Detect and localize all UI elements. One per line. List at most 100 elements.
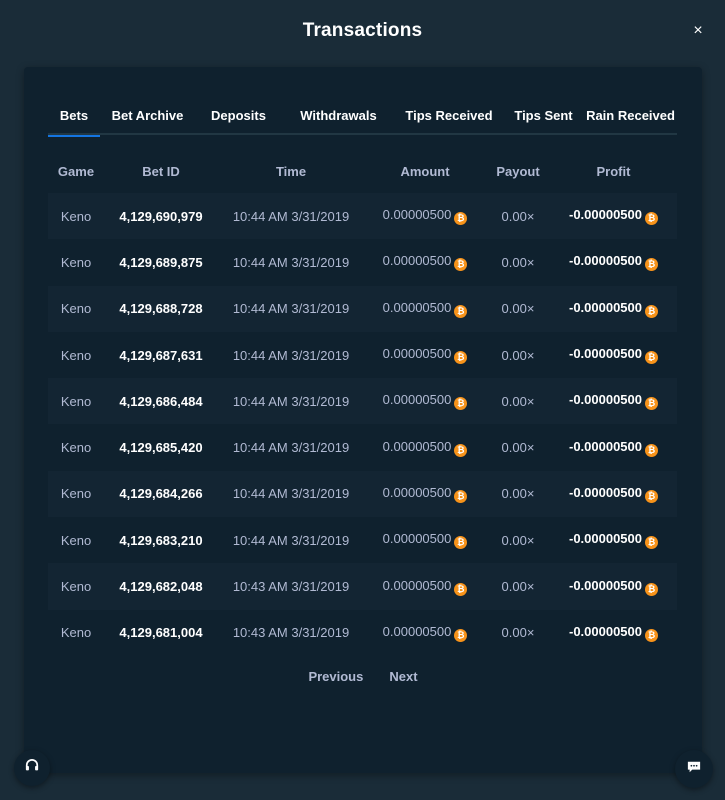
cell-payout: 0.00× (486, 579, 550, 594)
table-row[interactable]: Keno 4,129,687,631 10:44 AM 3/31/2019 0.000… (48, 332, 677, 378)
cell-game: Keno (48, 394, 104, 409)
cell-time-value: 10:44 AM 3/31/2019 (232, 440, 350, 456)
bitcoin-icon: ₿ (454, 304, 468, 318)
cell-bet-id[interactable]: 4,129,688,728 (104, 301, 218, 316)
cell-bet-id-value: 4,129,681,004 (119, 625, 203, 641)
cell-payout-value: 0.00× (501, 347, 535, 363)
cell-bet-id[interactable]: 4,129,690,979 (104, 209, 218, 224)
tab-tips-received[interactable]: Tips Received (395, 95, 503, 135)
cell-profit-value: -0.00000500 (568, 346, 642, 362)
cell-bet-id[interactable]: 4,129,687,631 (104, 348, 218, 363)
cell-profit-value: -0.00000500 (568, 438, 642, 454)
cell-amount-value: 0.00000500 (382, 577, 452, 593)
header-time[interactable]: Time (218, 164, 364, 179)
cell-profit: -0.00000500 ₿ (550, 485, 677, 503)
table-row[interactable]: Keno 4,129,689,875 10:44 AM 3/31/2019 0.000… (48, 239, 677, 285)
cell-profit: -0.00000500 ₿ (550, 392, 677, 411)
cell-amount: 0.00000500 ₿ (364, 531, 486, 550)
cell-amount-value: 0.00000500 (382, 207, 452, 223)
cell-time: 10:44 AM 3/31/2019 (218, 301, 364, 316)
cell-bet-id[interactable]: 4,129,682,048 (104, 579, 218, 594)
modal-title: Transactions (302, 20, 423, 41)
cell-time-value: 10:44 AM 3/31/2019 (232, 486, 350, 502)
cell-time: 10:43 AM 3/31/2019 (218, 579, 364, 594)
table-row[interactable]: Keno 4,129,683,210 10:44 AM 3/31/2019 0.000… (48, 517, 677, 563)
cell-profit: -0.00000500 ₿ (550, 624, 677, 642)
cell-time-value: 10:44 AM 3/31/2019 (232, 254, 350, 270)
cell-profit: -0.00000500 ₿ (550, 578, 677, 596)
cell-amount-value: 0.00000500 (382, 392, 452, 408)
cell-bet-id[interactable]: 4,129,689,875 (104, 255, 218, 270)
cell-amount-value: 0.00000500 (382, 299, 452, 315)
header-bet-id[interactable]: Bet ID (104, 164, 218, 179)
tab-bets[interactable]: Bets (48, 95, 100, 137)
cell-time-value: 10:43 AM 3/31/2019 (232, 625, 350, 641)
cell-profit-value: -0.00000500 (568, 253, 642, 269)
table-row[interactable]: Keno 4,129,685,420 10:44 AM 3/31/2019 0.000… (48, 424, 677, 470)
header-profit[interactable]: Profit (550, 164, 677, 179)
previous-button[interactable]: Previous (308, 669, 363, 689)
cell-bet-id[interactable]: 4,129,686,484 (104, 394, 218, 409)
bets-table: Game Bet ID Time Amount Payout Profit Ke… (48, 156, 677, 656)
cell-game: Keno (48, 348, 104, 363)
cell-payout: 0.00× (486, 486, 550, 501)
next-button[interactable]: Next (389, 669, 417, 689)
cell-time-value: 10:44 AM 3/31/2019 (232, 347, 350, 363)
cell-profit-value: -0.00000500 (568, 207, 642, 223)
cell-game-value: Keno (60, 532, 92, 548)
table-row[interactable]: Keno 4,129,684,266 10:44 AM 3/31/2019 0.000… (48, 470, 677, 518)
cell-payout-value: 0.00× (501, 486, 535, 502)
header-game[interactable]: Game (48, 164, 104, 179)
support-button[interactable] (14, 750, 50, 786)
bitcoin-icon: ₿ (454, 582, 468, 596)
table-row[interactable]: Keno 4,129,682,048 10:43 AM 3/31/2019 0.000… (48, 563, 677, 610)
cell-bet-id[interactable]: 4,129,685,420 (104, 440, 218, 455)
cell-time: 10:44 AM 3/31/2019 (218, 348, 364, 363)
chat-button[interactable] (675, 750, 713, 788)
cell-payout: 0.00× (486, 394, 550, 409)
bitcoin-icon: ₿ (454, 212, 468, 226)
cell-payout: 0.00× (486, 209, 550, 224)
close-button[interactable]: × (691, 22, 705, 40)
header-payout[interactable]: Payout (486, 164, 550, 179)
cell-bet-id-value: 4,129,682,048 (119, 579, 203, 595)
header-amount[interactable]: Amount (364, 164, 486, 179)
cell-time: 10:44 AM 3/31/2019 (218, 486, 364, 501)
cell-amount: 0.00000500 ₿ (364, 392, 486, 411)
bitcoin-icon: ₿ (454, 489, 468, 503)
pagination: Previous Next (24, 669, 702, 689)
cell-game: Keno (48, 533, 104, 548)
cell-profit-value: -0.00000500 (568, 392, 642, 408)
cell-amount: 0.00000500 ₿ (364, 578, 486, 596)
table-row[interactable]: Keno 4,129,688,728 10:44 AM 3/31/2019 0.000… (48, 285, 677, 332)
table-row[interactable]: Keno 4,129,686,484 10:44 AM 3/31/2019 0.000… (48, 378, 677, 425)
cell-bet-id[interactable]: 4,129,684,266 (104, 486, 218, 501)
cell-time: 10:44 AM 3/31/2019 (218, 394, 364, 409)
bitcoin-icon: ₿ (454, 397, 468, 411)
cell-game-value: Keno (60, 440, 92, 456)
chat-bubble-icon (687, 760, 701, 779)
cell-payout-value: 0.00× (501, 625, 535, 641)
tab-bet-archive[interactable]: Bet Archive (100, 95, 195, 135)
headset-icon (25, 758, 39, 778)
cell-game-value: Keno (60, 579, 92, 595)
bitcoin-icon: ₿ (454, 443, 468, 457)
table-header: Game Bet ID Time Amount Payout Profit (48, 156, 677, 186)
cell-bet-id[interactable]: 4,129,681,004 (104, 625, 218, 640)
tab-deposits[interactable]: Deposits (195, 95, 282, 135)
cell-game-value: Keno (60, 254, 92, 270)
tab-tips-sent[interactable]: Tips Sent (503, 95, 584, 135)
cell-amount-value: 0.00000500 (382, 438, 452, 454)
tab-withdrawals[interactable]: Withdrawals (282, 95, 395, 135)
cell-game: Keno (48, 440, 104, 455)
cell-amount: 0.00000500 ₿ (364, 346, 486, 365)
cell-bet-id[interactable]: 4,129,683,210 (104, 533, 218, 548)
tab-rain-received[interactable]: Rain Received (584, 95, 677, 135)
table-row[interactable]: Keno 4,129,681,004 10:43 AM 3/31/2019 0.000… (48, 610, 677, 656)
cell-payout: 0.00× (486, 625, 550, 640)
cell-game-value: Keno (60, 625, 92, 641)
cell-profit-value: -0.00000500 (568, 484, 642, 500)
cell-time: 10:43 AM 3/31/2019 (218, 625, 364, 640)
table-row[interactable]: Keno 4,129,690,979 10:44 AM 3/31/2019 0.000… (48, 193, 677, 240)
cell-amount: 0.00000500 ₿ (364, 485, 486, 503)
